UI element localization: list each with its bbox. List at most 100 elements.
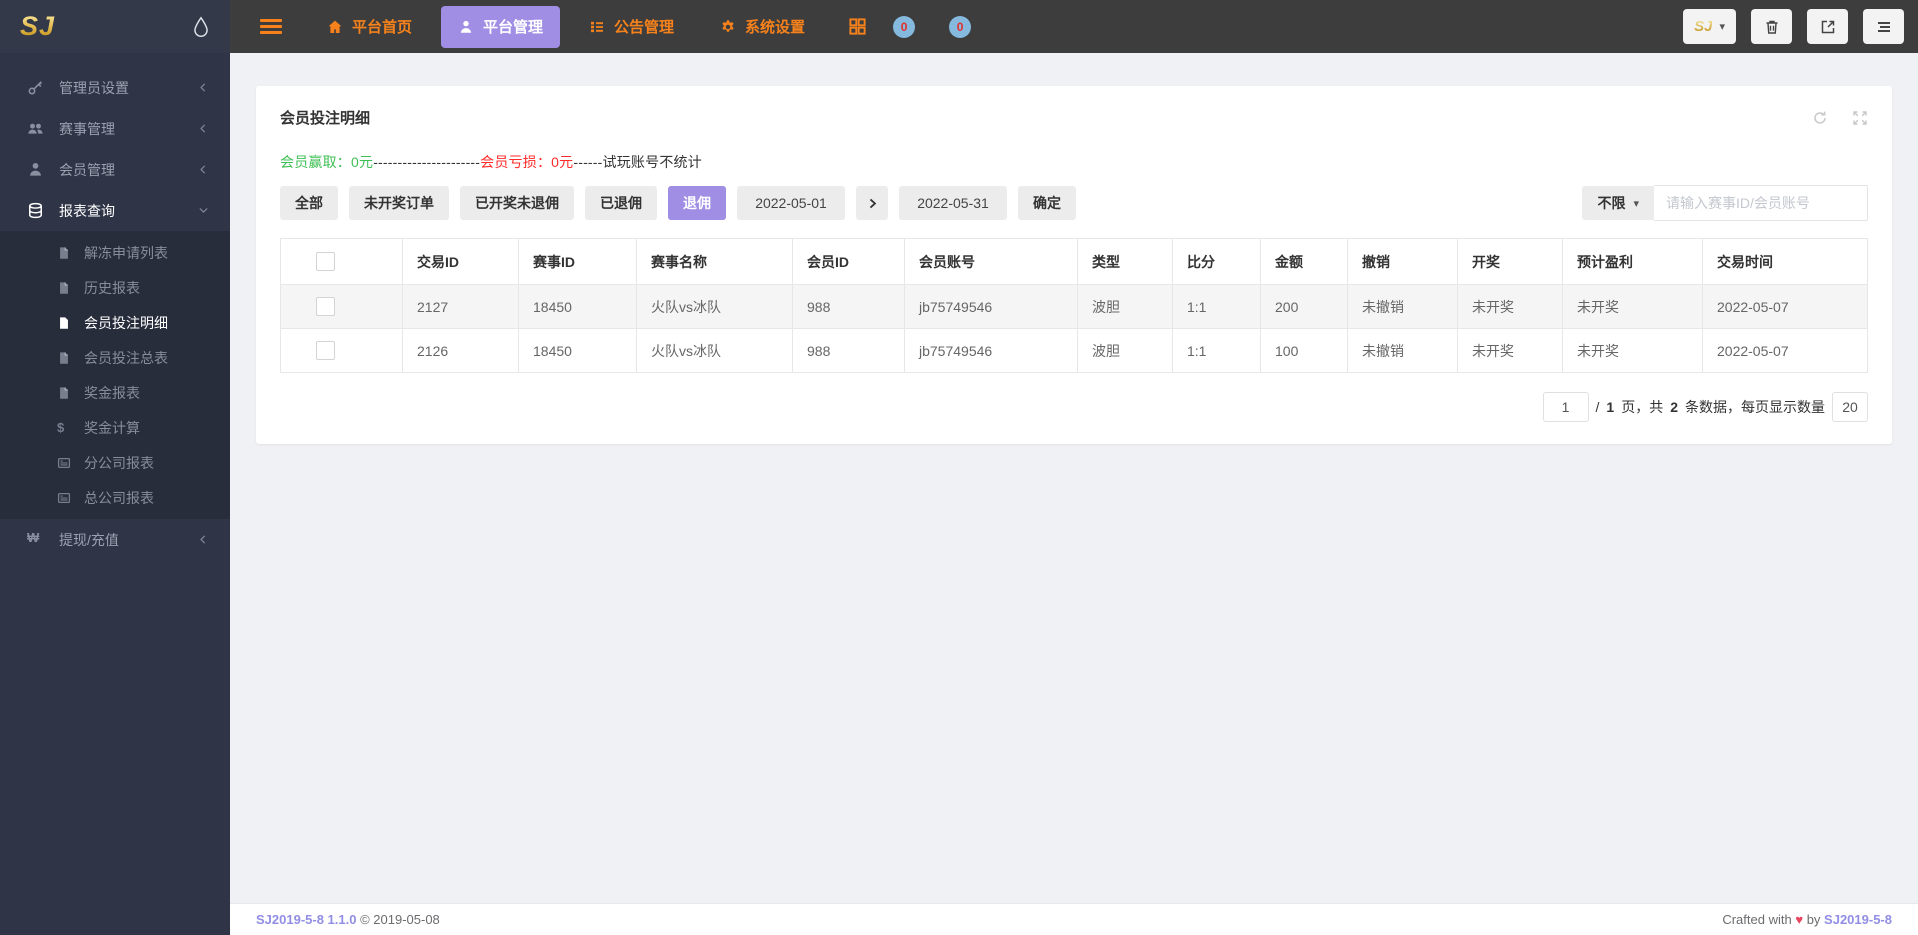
sidebar-item-label: 报表查询 bbox=[59, 201, 197, 221]
key-icon bbox=[27, 79, 44, 96]
stats-dashes-2: ------ bbox=[573, 154, 602, 170]
file-icon bbox=[57, 351, 71, 365]
table-cell: 100 bbox=[1261, 329, 1348, 373]
table-cell: 18450 bbox=[519, 285, 637, 329]
column-header-2: 赛事名称 bbox=[637, 239, 793, 285]
column-header-1: 赛事ID bbox=[519, 239, 637, 285]
filter-button-2[interactable]: 已开奖未退佣 bbox=[460, 186, 574, 220]
open-frontend-button[interactable] bbox=[1807, 9, 1848, 44]
table-header-row: 交易ID赛事ID赛事名称会员ID会员账号类型比分金额撤销开奖预计盈利交易时间 bbox=[281, 239, 1868, 285]
stats-dashes-1: ---------------------- bbox=[373, 154, 480, 170]
member-bet-detail-card: 会员投注明细 会员赢取： 0元 ----------------------会员亏损… bbox=[256, 86, 1892, 444]
column-header-11: 交易时间 bbox=[1703, 239, 1868, 285]
sidebar-subitem-bonus-calc[interactable]: $奖金计算 bbox=[0, 410, 230, 445]
sidebar-subitem-history-report[interactable]: 历史报表 bbox=[0, 270, 230, 305]
home-icon bbox=[327, 19, 343, 35]
nav-item-system-settings[interactable]: 系统设置 bbox=[703, 6, 822, 48]
fullscreen-expand-icon[interactable] bbox=[1852, 110, 1868, 126]
external-link-icon bbox=[1820, 19, 1836, 35]
table-row: 212618450火队vs冰队988jb75749546波胆1:1100未撤销未… bbox=[281, 329, 1868, 373]
card-tools bbox=[1812, 110, 1868, 126]
member-win-label: 会员赢取： bbox=[280, 154, 351, 170]
nav-item-announcement-management[interactable]: 公告管理 bbox=[572, 6, 691, 48]
table-cell: 1:1 bbox=[1173, 285, 1261, 329]
sidebar-subitem-member-bet-detail[interactable]: 会员投注明细 bbox=[0, 305, 230, 340]
notification-badge-1[interactable]: 0 bbox=[893, 16, 915, 38]
card-header: 会员投注明细 bbox=[256, 86, 1892, 138]
app-logo[interactable]: SJ bbox=[20, 11, 55, 42]
sidebar-subitem-label: 奖金报表 bbox=[84, 383, 210, 403]
caret-down-icon: ▾ bbox=[1719, 20, 1725, 33]
table-cell: 2126 bbox=[403, 329, 519, 373]
sidebar-item-label: 赛事管理 bbox=[59, 119, 197, 139]
column-header-4: 会员账号 bbox=[905, 239, 1078, 285]
table-cell: 未撤销 bbox=[1348, 329, 1458, 373]
stats-note: 试玩账号不统计 bbox=[603, 154, 702, 170]
footer-brand-link[interactable]: SJ2019-5-8 1.1.0 bbox=[256, 912, 356, 927]
gear-icon bbox=[720, 19, 736, 35]
sidebar-submenu-report-query: 解冻申请列表历史报表会员投注明细会员投注总表奖金报表 $奖金计算分公司报表总公司报… bbox=[0, 231, 230, 519]
table-cell: 2022-05-07 bbox=[1703, 329, 1868, 373]
sidebar-item-member-management[interactable]: 会员管理 bbox=[0, 149, 230, 190]
chevron-left-icon bbox=[197, 122, 210, 135]
grid-apps-icon[interactable] bbox=[848, 17, 867, 36]
page-title: 会员投注明细 bbox=[280, 107, 370, 128]
sidebar-subitem-label: 分公司报表 bbox=[84, 453, 210, 473]
refresh-icon[interactable] bbox=[1812, 110, 1828, 126]
filter-button-3[interactable]: 已退佣 bbox=[585, 186, 657, 220]
hamburger-menu-icon[interactable] bbox=[260, 16, 282, 37]
sidebar: SJ 管理员设置赛事管理会员管理报表查询解冻申请列表历史报表会员投注明细会员投注… bbox=[0, 0, 230, 935]
user-menu-button[interactable]: SJ ▾ bbox=[1683, 9, 1736, 44]
page-input[interactable] bbox=[1543, 392, 1589, 422]
sidebar-subitem-member-bet-summary[interactable]: 会员投注总表 bbox=[0, 340, 230, 375]
nav-item-platform-home[interactable]: 平台首页 bbox=[310, 6, 429, 48]
member-loss-label: 会员亏损： bbox=[480, 154, 551, 170]
member-loss-value: 0元 bbox=[551, 154, 573, 170]
confirm-button[interactable]: 确定 bbox=[1018, 186, 1076, 220]
nav-item-label: 公告管理 bbox=[614, 16, 674, 37]
table-cell: 988 bbox=[793, 329, 905, 373]
file-icon bbox=[57, 386, 71, 400]
notification-badge-2[interactable]: 0 bbox=[949, 16, 971, 38]
sidebar-subitem-bonus-report[interactable]: 奖金报表 bbox=[0, 375, 230, 410]
footer-brand-link-2[interactable]: SJ2019-5-8 bbox=[1824, 912, 1892, 927]
sidebar-subitem-label: 会员投注明细 bbox=[84, 313, 210, 333]
row-checkbox[interactable] bbox=[316, 341, 335, 360]
report-icon bbox=[57, 491, 71, 505]
nav-item-platform-management[interactable]: 平台管理 bbox=[441, 6, 560, 48]
footer-copyright: © 2019-05-08 bbox=[360, 912, 440, 927]
sidebar-item-label: 提现/充值 bbox=[59, 530, 197, 550]
page-size-input[interactable] bbox=[1832, 392, 1868, 422]
log-list-button[interactable] bbox=[1863, 9, 1904, 44]
sidebar-item-match-management[interactable]: 赛事管理 bbox=[0, 108, 230, 149]
sidebar-subitem-branch-report[interactable]: 分公司报表 bbox=[0, 445, 230, 480]
bet-detail-table: 交易ID赛事ID赛事名称会员ID会员账号类型比分金额撤销开奖预计盈利交易时间 2… bbox=[280, 238, 1868, 373]
pagination: / 1 页，共 2 条数据，每页显示数量 bbox=[280, 392, 1868, 422]
heart-icon: ♥ bbox=[1795, 912, 1803, 927]
sidebar-item-report-query[interactable]: 报表查询 bbox=[0, 190, 230, 231]
sidebar-item-label: 管理员设置 bbox=[59, 78, 197, 98]
filter-button-1[interactable]: 未开奖订单 bbox=[349, 186, 449, 220]
filter-button-4[interactable]: 退佣 bbox=[668, 186, 726, 220]
row-checkbox[interactable] bbox=[316, 297, 335, 316]
pages-suffix: 页，共 bbox=[1621, 397, 1663, 417]
filter-button-0[interactable]: 全部 bbox=[280, 186, 338, 220]
date-from-field[interactable]: 2022-05-01 bbox=[737, 186, 845, 220]
sidebar-item-withdraw-deposit[interactable]: ₩ 提现/充值 bbox=[0, 519, 230, 560]
column-header-7: 金额 bbox=[1261, 239, 1348, 285]
date-to-field[interactable]: 2022-05-31 bbox=[899, 186, 1007, 220]
won-icon: ₩ bbox=[27, 531, 44, 548]
sidebar-subitem-unfreeze-request-list[interactable]: 解冻申请列表 bbox=[0, 235, 230, 270]
search-input[interactable] bbox=[1654, 185, 1868, 221]
report-icon bbox=[57, 456, 71, 470]
nav-item-label: 平台管理 bbox=[483, 16, 543, 37]
sidebar-item-admin-settings[interactable]: 管理员设置 bbox=[0, 67, 230, 108]
clear-cache-button[interactable] bbox=[1751, 9, 1792, 44]
select-all-checkbox[interactable] bbox=[316, 252, 335, 271]
footer-left: SJ2019-5-8 1.1.0 © 2019-05-08 bbox=[256, 912, 440, 927]
sidebar-subitem-head-office-report[interactable]: 总公司报表 bbox=[0, 480, 230, 515]
table-cell: 未开奖 bbox=[1563, 329, 1703, 373]
water-drop-icon[interactable] bbox=[192, 16, 210, 38]
sidebar-subitem-label: 解冻申请列表 bbox=[84, 243, 210, 263]
search-type-dropdown[interactable]: 不限 ▾ bbox=[1582, 186, 1654, 220]
